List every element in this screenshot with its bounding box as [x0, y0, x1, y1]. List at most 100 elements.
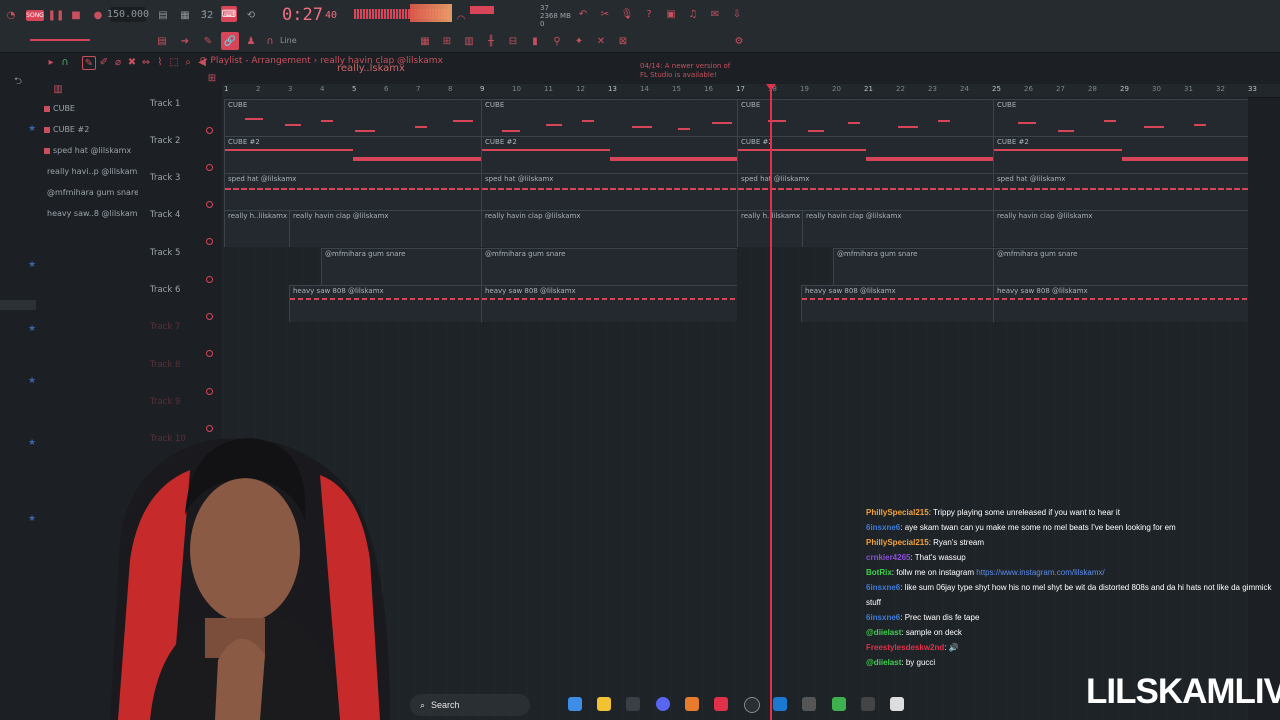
- taskbar-search[interactable]: ⌕ Search: [410, 694, 530, 716]
- pitch-knob-icon[interactable]: ◠: [456, 14, 466, 25]
- track-mute-led[interactable]: [206, 388, 213, 395]
- track-header[interactable]: Track 4: [150, 210, 210, 247]
- mute-tool-icon[interactable]: ✖: [126, 56, 138, 68]
- playlist-icon[interactable]: ▤: [154, 33, 170, 49]
- file-explorer-icon[interactable]: [597, 697, 611, 711]
- track-header[interactable]: Track 2: [150, 136, 210, 173]
- discord-icon[interactable]: [656, 697, 670, 711]
- pattern-clip[interactable]: CUBE #2: [481, 136, 737, 173]
- link-icon[interactable]: 🔗: [221, 32, 239, 50]
- track-header[interactable]: Track 1: [150, 99, 210, 136]
- browser-item[interactable]: really havi..p @lilskamx: [44, 163, 138, 180]
- update-notice[interactable]: 04/14: A newer version of FL Studio is a…: [640, 62, 730, 80]
- pattern-clip[interactable]: heavy saw 808 @lilskamx: [481, 285, 737, 322]
- track-header[interactable]: Track 7: [150, 322, 210, 359]
- pencil-icon[interactable]: ✎: [200, 33, 216, 49]
- tools-icon[interactable]: ✕: [594, 33, 608, 49]
- cut-icon[interactable]: ✂: [598, 7, 612, 21]
- track-header[interactable]: Track 6: [150, 285, 210, 322]
- magnet-icon[interactable]: ∩: [263, 33, 277, 49]
- stop-icon[interactable]: ■: [70, 8, 82, 22]
- track-mute-led[interactable]: [206, 276, 213, 283]
- pattern-clip[interactable]: heavy saw 808 @lilskamx: [289, 285, 481, 322]
- browser-icon[interactable]: ⊟: [506, 33, 520, 49]
- pattern-clip[interactable]: really havin clap @lilskamx: [289, 210, 481, 247]
- pattern-clip[interactable]: @mfmihara gum snare: [481, 248, 737, 285]
- pattern-clip[interactable]: sped hat @lilskamx: [993, 173, 1248, 210]
- download-icon[interactable]: ⇩: [730, 7, 744, 21]
- playlist-arrangement-icon[interactable]: ⟳: [200, 56, 208, 66]
- browser-menu-icon[interactable]: ▥: [52, 84, 64, 95]
- stamp-icon[interactable]: ♟: [244, 33, 258, 49]
- playhead-line[interactable]: [770, 88, 772, 720]
- chat-username[interactable]: BotRix: [866, 568, 892, 577]
- chat-username[interactable]: 6insxne6: [866, 613, 900, 622]
- chat-username[interactable]: 6insxne6: [866, 523, 900, 532]
- star-icon[interactable]: ★: [28, 438, 36, 448]
- snap-icon[interactable]: ∩: [60, 56, 70, 68]
- browser-item[interactable]: CUBE #2: [44, 121, 138, 138]
- countdown-icon[interactable]: 3̄2: [200, 8, 214, 22]
- track-mute-led[interactable]: [206, 201, 213, 208]
- master-volume-slider[interactable]: [30, 39, 90, 41]
- track-header[interactable]: Track 5: [150, 248, 210, 285]
- arrow-right-icon[interactable]: ➜: [177, 33, 193, 49]
- browser-item[interactable]: CUBE: [44, 100, 138, 117]
- faders-icon[interactable]: ╫: [484, 33, 498, 49]
- piano-roll-icon[interactable]: ▥: [462, 33, 476, 49]
- song-mode-badge[interactable]: SONG: [26, 10, 44, 21]
- paint-tool-icon[interactable]: ✐: [98, 56, 110, 68]
- pattern-clip[interactable]: really havin clap @lilskamx: [802, 210, 993, 247]
- store-icon[interactable]: [626, 697, 640, 711]
- pattern-clip[interactable]: CUBE: [481, 99, 737, 136]
- channel-rack-icon[interactable]: ⊞: [440, 33, 454, 49]
- obs-icon[interactable]: [744, 697, 760, 713]
- mic-icon[interactable]: 🎙: [620, 7, 634, 21]
- pattern-clip[interactable]: @mfmihara gum snare: [833, 248, 993, 285]
- breadcrumb-root[interactable]: Playlist - Arrangement: [210, 56, 310, 66]
- pattern-clip[interactable]: CUBE #2: [993, 136, 1248, 173]
- track-header[interactable]: Track 8: [150, 360, 210, 397]
- star-icon[interactable]: ★: [28, 376, 36, 386]
- pattern-clip[interactable]: CUBE #2: [737, 136, 993, 173]
- wand-icon[interactable]: ✦: [572, 33, 586, 49]
- menu-arrow-icon[interactable]: ▸: [46, 56, 56, 68]
- browser-item[interactable]: sped hat @lilskamx: [44, 142, 138, 159]
- chat-username[interactable]: Freestylesdeskw2nd: [866, 643, 944, 652]
- pattern-clip[interactable]: CUBE #2: [224, 136, 481, 173]
- undo-icon[interactable]: ↶: [576, 7, 590, 21]
- app-icon[interactable]: [802, 697, 816, 711]
- chat-username[interactable]: crnkier4265: [866, 553, 910, 562]
- browser-scroll-thumb[interactable]: [0, 300, 36, 310]
- pattern-clip[interactable]: CUBE: [993, 99, 1248, 136]
- snap-mode-label[interactable]: Line: [280, 36, 297, 45]
- record-icon[interactable]: ●: [92, 8, 104, 22]
- metronome-icon[interactable]: ▤: [156, 8, 170, 22]
- pattern-clip[interactable]: @mfmihara gum snare: [321, 248, 481, 285]
- chat-username[interactable]: @diielast: [866, 628, 901, 637]
- export-icon[interactable]: ▣: [664, 7, 678, 21]
- loop-record-icon[interactable]: ⟲: [244, 8, 258, 22]
- app-icon[interactable]: [890, 697, 904, 711]
- pattern-clip[interactable]: really havin clap @lilskamx: [993, 210, 1248, 247]
- chat-username[interactable]: 6insxne6: [866, 583, 900, 592]
- app-icon[interactable]: [832, 697, 846, 711]
- pattern-clip[interactable]: heavy saw 808 @lilskamx: [993, 285, 1248, 322]
- pattern-clip[interactable]: @mfmihara gum snare: [993, 248, 1248, 285]
- track-mute-led[interactable]: [206, 238, 213, 245]
- app-icon[interactable]: [861, 697, 875, 711]
- fl-studio-icon[interactable]: [685, 697, 699, 711]
- pattern-clip[interactable]: CUBE: [224, 99, 481, 136]
- chat-username[interactable]: @diielast: [866, 658, 901, 667]
- pattern-clip[interactable]: sped hat @lilskamx: [737, 173, 993, 210]
- plug-icon[interactable]: ⚲: [550, 33, 564, 49]
- render-icon[interactable]: ⊠: [616, 33, 630, 49]
- plugin-icon[interactable]: ▮: [528, 33, 542, 49]
- pattern-selector-indicator[interactable]: [470, 6, 494, 14]
- browser-item[interactable]: heavy saw..8 @lilskamx: [44, 205, 138, 222]
- browser-nav-icon[interactable]: ⮌: [12, 76, 24, 88]
- settings-icon[interactable]: ⚙: [732, 33, 746, 49]
- chat-username[interactable]: PhillySpecial215: [866, 508, 929, 517]
- pattern-clip[interactable]: heavy saw 808 @lilskamx: [801, 285, 993, 322]
- copilot-icon[interactable]: [568, 697, 582, 711]
